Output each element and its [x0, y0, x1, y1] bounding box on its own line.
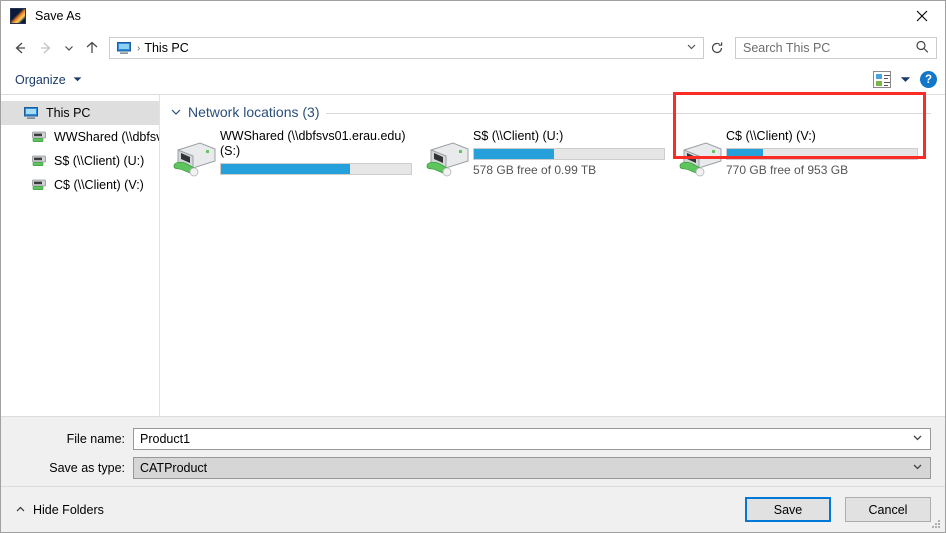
drive-tile-wwshared[interactable]: WWShared (\\dbfsvs01.erau.edu) (S:): [170, 127, 423, 179]
chevron-down-icon: [913, 435, 922, 441]
file-name-input[interactable]: Product1: [140, 432, 190, 446]
network-drive-icon: [676, 134, 726, 178]
organize-label: Organize: [15, 72, 66, 87]
toolbar-right-group: ?: [873, 71, 937, 88]
capacity-bar: [473, 148, 665, 160]
cancel-button-label: Cancel: [868, 502, 908, 517]
file-list-pane: Network locations (3) WWShared (\\dbfsvs…: [160, 92, 945, 416]
capacity-bar-fill: [221, 164, 351, 174]
group-header-network-locations[interactable]: Network locations (3): [170, 104, 945, 120]
chevron-down-icon: [65, 46, 73, 51]
sidebar-item-this-pc[interactable]: This PC: [1, 101, 159, 125]
network-drive-icon: [170, 134, 220, 178]
file-name-dropdown-button[interactable]: [912, 432, 923, 446]
refresh-button[interactable]: [705, 37, 729, 59]
command-toolbar: Organize ?: [1, 65, 945, 95]
chevron-down-icon: [687, 44, 696, 50]
group-title: Network locations (3): [188, 104, 320, 120]
navigation-sidebar[interactable]: This PC WWShared (\\dbfsv S$ (\\Client) …: [1, 95, 160, 416]
chevron-up-icon: [16, 506, 25, 512]
hide-folders-label: Hide Folders: [33, 502, 104, 517]
drive-name: S$ (\\Client) (U:): [473, 129, 564, 143]
back-button[interactable]: [7, 35, 33, 61]
refresh-icon: [711, 42, 723, 54]
search-box[interactable]: Search This PC: [735, 37, 937, 59]
sidebar-item-s-drive[interactable]: S$ (\\Client) (U:): [1, 149, 159, 173]
drive-tile-info: WWShared (\\dbfsvs01.erau.edu) (S:): [220, 127, 423, 178]
organize-button[interactable]: Organize: [15, 73, 82, 87]
chevron-down-icon[interactable]: [170, 106, 182, 118]
address-dropdown-button[interactable]: [686, 41, 697, 55]
recent-locations-button[interactable]: [59, 35, 79, 61]
search-input[interactable]: Search This PC: [743, 41, 830, 55]
file-name-label: File name:: [66, 432, 125, 446]
drive-name: WWShared (\\dbfsvs01.erau.edu) (S:): [220, 129, 406, 158]
sidebar-item-label: This PC: [46, 106, 91, 120]
save-button-label: Save: [773, 502, 803, 517]
search-icon: [915, 40, 929, 57]
file-name-row: File name: Product1: [15, 428, 931, 450]
help-label: ?: [924, 73, 933, 86]
catia-app-icon: [10, 8, 26, 24]
file-name-field[interactable]: Product1: [133, 428, 931, 450]
network-drive-icon: [31, 153, 47, 169]
up-arrow-icon: [86, 41, 98, 53]
view-options-icon[interactable]: [873, 71, 891, 88]
capacity-bar-fill: [474, 149, 554, 159]
free-space-text: 770 GB free of 953 GB: [726, 163, 849, 177]
forward-arrow-icon: [41, 42, 51, 54]
footer-button-group: Save Cancel: [745, 497, 931, 522]
save-as-type-label: Save as type:: [49, 461, 125, 475]
sidebar-item-label: C$ (\\Client) (V:): [54, 178, 144, 192]
hide-folders-button[interactable]: Hide Folders: [15, 503, 104, 517]
save-as-dialog: Save As › This PC Search This PC Organiz…: [0, 0, 946, 533]
breadcrumb[interactable]: This PC: [144, 41, 188, 55]
back-arrow-icon: [15, 42, 25, 54]
close-icon: [916, 10, 928, 22]
capacity-bar: [726, 148, 918, 160]
sidebar-item-wwshared[interactable]: WWShared (\\dbfsv: [1, 125, 159, 149]
capacity-bar: [220, 163, 412, 175]
this-pc-icon: [116, 40, 132, 56]
title-bar: Save As: [1, 1, 945, 31]
capacity-bar-fill: [727, 149, 764, 159]
tile-list: WWShared (\\dbfsvs01.erau.edu) (S:) S$ (…: [170, 127, 945, 179]
this-pc-icon: [23, 105, 39, 121]
network-drive-icon: [31, 177, 47, 193]
sidebar-item-label: S$ (\\Client) (U:): [54, 154, 145, 168]
drive-tile-s[interactable]: S$ (\\Client) (U:) 578 GB free of 0.99 T…: [423, 127, 676, 179]
view-options-chevron-down-icon[interactable]: [900, 75, 911, 84]
chevron-down-icon: [73, 77, 82, 82]
network-drive-icon: [423, 134, 473, 178]
resize-grip-icon[interactable]: [930, 518, 942, 530]
free-space-text: 578 GB free of 0.99 TB: [473, 163, 597, 177]
chevron-down-icon: [913, 464, 922, 470]
drive-tile-info: S$ (\\Client) (U:) 578 GB free of 0.99 T…: [473, 127, 676, 177]
close-button[interactable]: [899, 1, 945, 31]
up-button[interactable]: [79, 35, 105, 61]
save-as-type-row: Save as type: CATProduct: [15, 457, 931, 479]
save-form: File name: Product1 Save as type: CATPro…: [1, 416, 945, 486]
save-as-type-field[interactable]: CATProduct: [133, 457, 931, 479]
address-bar[interactable]: › This PC: [109, 37, 704, 59]
save-as-type-value: CATProduct: [140, 461, 208, 475]
save-as-type-dropdown-button[interactable]: [912, 461, 923, 475]
save-button[interactable]: Save: [745, 497, 831, 522]
dialog-footer: Hide Folders Save Cancel: [1, 486, 945, 532]
help-icon[interactable]: ?: [920, 71, 937, 88]
forward-button[interactable]: [33, 35, 59, 61]
window-title: Save As: [35, 9, 81, 23]
browser-body: This PC WWShared (\\dbfsv S$ (\\Client) …: [1, 92, 945, 416]
sidebar-item-label: WWShared (\\dbfsv: [54, 130, 159, 144]
network-drive-icon: [31, 129, 47, 145]
sidebar-item-c-drive[interactable]: C$ (\\Client) (V:): [1, 173, 159, 197]
cancel-button[interactable]: Cancel: [845, 497, 931, 522]
group-divider: [325, 112, 931, 114]
navigation-bar: › This PC Search This PC: [1, 31, 945, 65]
drive-name: C$ (\\Client) (V:): [726, 129, 816, 143]
drive-tile-info: C$ (\\Client) (V:) 770 GB free of 953 GB: [726, 127, 929, 177]
breadcrumb-separator: ›: [137, 42, 141, 54]
drive-tile-c[interactable]: C$ (\\Client) (V:) 770 GB free of 953 GB: [676, 127, 929, 179]
